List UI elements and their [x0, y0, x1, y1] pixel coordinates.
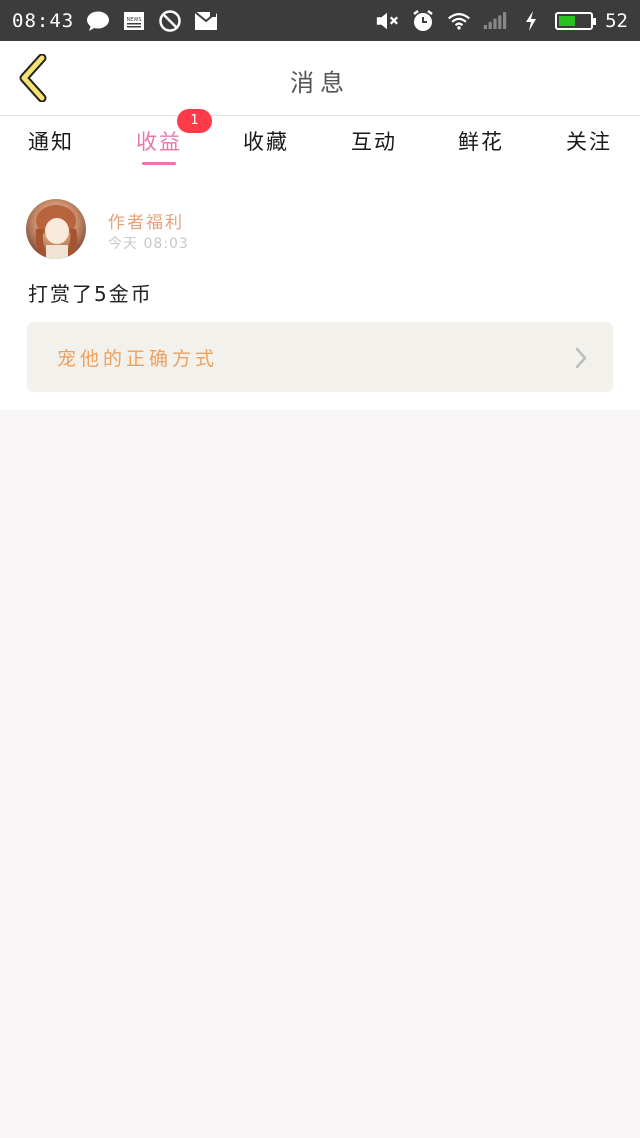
wifi-icon: [447, 9, 471, 33]
message-card: 作者福利 今天 08:03 打赏了5金币 宠他的正确方式: [0, 168, 640, 410]
header: 消息: [0, 41, 640, 116]
tab-notifications[interactable]: 通知: [16, 126, 86, 156]
battery-percent: 52: [605, 9, 628, 32]
charging-icon: [519, 9, 543, 33]
tab-bar: 通知 收益 收藏 互动 鲜花 关注: [0, 116, 640, 168]
alarm-icon: [411, 9, 435, 33]
status-bar: 08:43 NEWS 52: [0, 0, 640, 41]
tab-following[interactable]: 关注: [554, 126, 624, 156]
unread-badge: 1: [177, 109, 212, 133]
author-name[interactable]: 作者福利: [108, 208, 184, 233]
tab-interactions[interactable]: 互动: [339, 126, 409, 156]
avatar[interactable]: [26, 199, 86, 259]
signal-icon: [483, 9, 507, 33]
block-icon: [158, 9, 182, 33]
link-card-text: 宠他的正确方式: [57, 348, 219, 370]
mail-icon: [194, 9, 218, 33]
chevron-right-icon: [575, 347, 587, 369]
mute-icon: [375, 9, 399, 33]
status-bar-right: 52: [375, 9, 628, 33]
message-icon: [86, 9, 110, 33]
battery-fill: [559, 15, 575, 26]
page-title: 消息: [290, 69, 350, 97]
battery-icon: [555, 11, 597, 30]
status-bar-left: 08:43 NEWS: [12, 9, 218, 33]
svg-text:NEWS: NEWS: [127, 17, 142, 23]
active-tab-indicator: [142, 162, 176, 165]
link-card[interactable]: 宠他的正确方式: [27, 322, 613, 392]
status-time: 08:43: [12, 9, 75, 32]
message-text: 打赏了5金币: [28, 282, 153, 306]
news-icon: NEWS: [122, 9, 146, 33]
tab-flowers[interactable]: 鲜花: [446, 126, 516, 156]
message-time: 今天 08:03: [108, 236, 189, 252]
tab-favorites[interactable]: 收藏: [231, 126, 301, 156]
